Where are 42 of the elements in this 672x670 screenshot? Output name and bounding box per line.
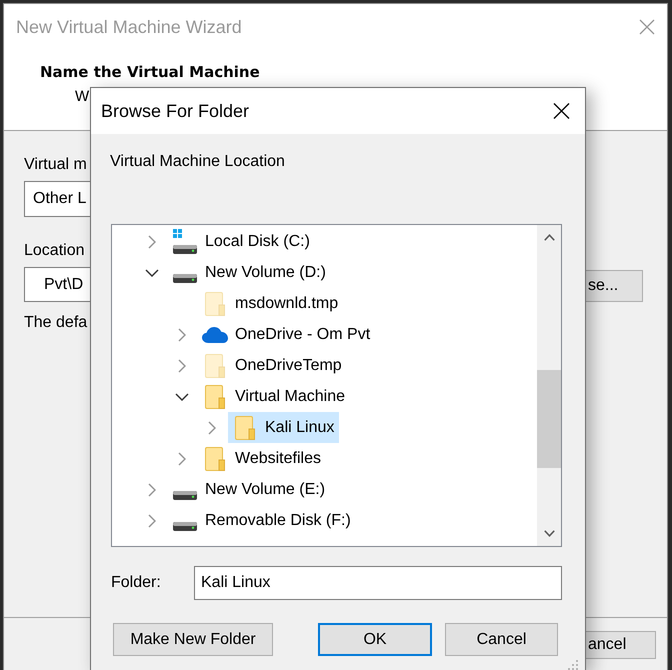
folder-input[interactable]: Kali Linux bbox=[194, 566, 562, 600]
chevron-right-icon[interactable] bbox=[148, 514, 156, 528]
scrollbar-thumb[interactable] bbox=[537, 370, 561, 468]
cancel-button[interactable]: Cancel bbox=[445, 623, 558, 656]
browse-button[interactable]: se... bbox=[586, 270, 643, 302]
close-icon[interactable] bbox=[553, 103, 570, 119]
input-field[interactable]: Pvt\D bbox=[24, 267, 90, 302]
tree-item[interactable]: Websitefiles bbox=[198, 443, 326, 474]
page-heading: Name the Virtual Machine bbox=[40, 62, 260, 83]
cancel-button[interactable]: ancel bbox=[586, 631, 656, 659]
new-folder-button[interactable]: Make New Folder bbox=[113, 623, 273, 656]
chevron-down-icon[interactable] bbox=[544, 530, 554, 537]
tree-item[interactable]: msdownld.tmp bbox=[198, 288, 344, 319]
tree-item[interactable]: New Volume (D:) bbox=[168, 257, 331, 288]
field-label: Location bbox=[24, 241, 84, 261]
chevron-right-icon[interactable] bbox=[148, 234, 156, 248]
tree-item[interactable]: Local Disk (C:) bbox=[168, 226, 315, 257]
chevron-up-icon[interactable] bbox=[544, 234, 554, 241]
tree-item[interactable]: OneDrive - Om Pvt bbox=[198, 319, 376, 350]
resize-grip-icon[interactable] bbox=[568, 660, 578, 670]
chevron-down-icon[interactable] bbox=[145, 268, 159, 276]
chevron-right-icon[interactable] bbox=[148, 482, 156, 496]
prompt-text: Virtual Machine Location bbox=[110, 152, 285, 172]
folder-label: Folder: bbox=[111, 573, 162, 593]
tree-item[interactable]: Removable Disk (F:) bbox=[168, 505, 356, 536]
ok-button[interactable]: OK bbox=[318, 623, 432, 656]
window-title: New Virtual Machine Wizard bbox=[16, 16, 242, 38]
dialog-title: Browse For Folder bbox=[101, 100, 250, 122]
chevron-down-icon[interactable] bbox=[175, 392, 189, 400]
chevron-right-icon[interactable] bbox=[178, 328, 186, 342]
scrollbar-track[interactable] bbox=[537, 225, 561, 546]
chevron-right-icon[interactable] bbox=[208, 420, 216, 434]
field-label: Virtual m bbox=[24, 155, 87, 175]
page-subtitle: W bbox=[75, 88, 90, 106]
chevron-right-icon[interactable] bbox=[178, 452, 186, 466]
tree-item[interactable]: New Volume (E:) bbox=[168, 474, 330, 505]
tree-item[interactable]: Virtual Machine bbox=[198, 381, 350, 412]
tree-item[interactable]: OneDriveTemp bbox=[198, 350, 347, 381]
chevron-right-icon[interactable] bbox=[178, 358, 186, 372]
hint-text: The defa bbox=[24, 313, 88, 333]
input-field[interactable]: Other L bbox=[24, 181, 90, 217]
tree-item[interactable]: Kali Linux bbox=[228, 412, 340, 443]
